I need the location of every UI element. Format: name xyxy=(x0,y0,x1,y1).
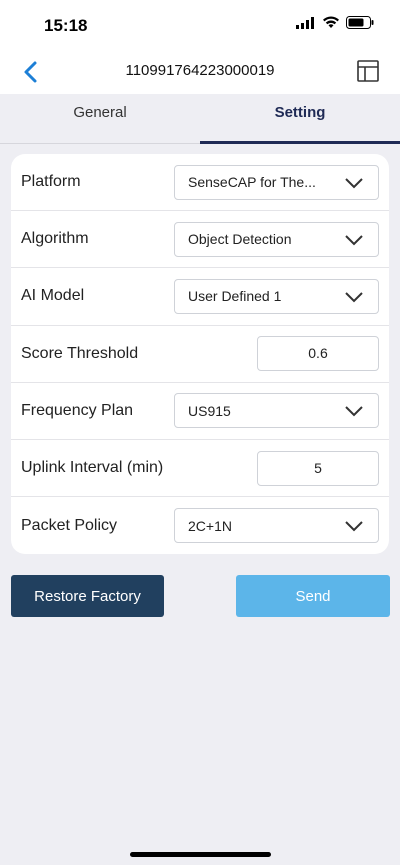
chevron-down-icon xyxy=(345,177,363,189)
settings-card: Platform SenseCAP for The... Algorithm O… xyxy=(11,154,389,554)
packet-policy-select[interactable]: 2C+1N xyxy=(174,508,379,544)
uplink-interval-row: Uplink Interval (min) 5 xyxy=(11,440,389,498)
battery-icon xyxy=(346,16,374,29)
algorithm-value: Object Detection xyxy=(188,231,292,248)
signal-icon xyxy=(296,16,314,29)
frequency-plan-select[interactable]: US915 xyxy=(174,393,379,429)
status-bar: 15:18 xyxy=(0,0,400,50)
packet-policy-value: 2C+1N xyxy=(188,517,232,534)
chevron-down-icon xyxy=(345,406,363,417)
algorithm-label: Algorithm xyxy=(21,230,89,248)
page-title: 110991764223000019 xyxy=(125,62,275,79)
score-threshold-label: Score Threshold xyxy=(21,344,139,362)
platform-value: SenseCAP for The... xyxy=(188,174,316,191)
platform-row: Platform SenseCAP for The... xyxy=(11,154,389,212)
chevron-down-icon xyxy=(345,521,363,532)
ai-model-label: AI Model xyxy=(21,287,85,305)
ai-model-row: AI Model User Defined 1 xyxy=(11,268,389,326)
layout-icon[interactable] xyxy=(356,59,380,83)
score-threshold-input[interactable]: 0.6 xyxy=(257,336,379,372)
tab-setting[interactable]: Setting xyxy=(200,94,400,144)
platform-label: Platform xyxy=(21,173,81,191)
frequency-plan-value: US915 xyxy=(188,402,231,419)
platform-select[interactable]: SenseCAP for The... xyxy=(174,164,379,200)
uplink-interval-label: Uplink Interval (min) xyxy=(21,459,164,477)
packet-policy-label: Packet Policy xyxy=(21,516,118,534)
algorithm-select[interactable]: Object Detection xyxy=(174,221,379,257)
tab-general[interactable]: General xyxy=(0,94,200,144)
chevron-down-icon xyxy=(345,235,363,246)
nav-bar: 110991764223000019 xyxy=(0,50,400,94)
restore-factory-button[interactable]: Restore Factory xyxy=(11,575,164,617)
chevron-down-icon xyxy=(345,292,363,303)
status-icons xyxy=(296,16,374,29)
wifi-icon xyxy=(323,16,339,28)
frequency-plan-row: Frequency Plan US915 xyxy=(11,383,389,440)
uplink-interval-input[interactable]: 5 xyxy=(257,450,379,486)
tab-bar: General Setting xyxy=(0,94,400,144)
frequency-plan-label: Frequency Plan xyxy=(21,401,134,419)
home-indicator xyxy=(130,852,271,857)
score-threshold-row: Score Threshold 0.6 xyxy=(11,326,389,383)
packet-policy-row: Packet Policy 2C+1N xyxy=(11,497,389,554)
status-time: 15:18 xyxy=(44,16,88,35)
ai-model-select[interactable]: User Defined 1 xyxy=(174,278,379,314)
send-button[interactable]: Send xyxy=(236,575,390,617)
ai-model-value: User Defined 1 xyxy=(188,288,282,305)
algorithm-row: Algorithm Object Detection xyxy=(11,211,389,269)
